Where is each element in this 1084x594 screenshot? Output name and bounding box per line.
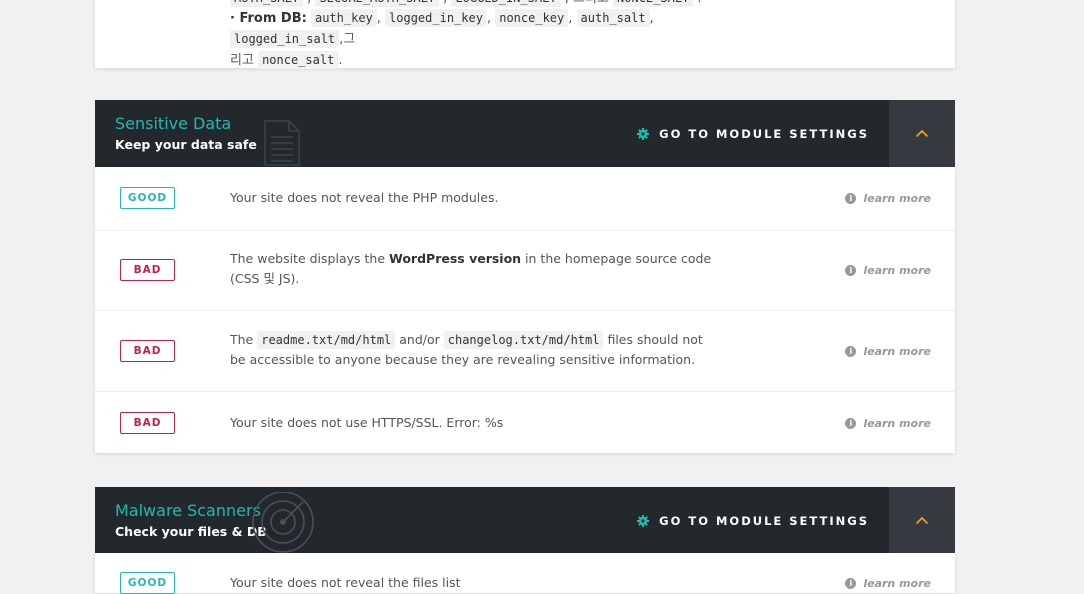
check-row: BAD The website displays the WordPress v… [95,231,955,311]
info-icon: i [845,418,857,429]
gear-icon [637,128,650,140]
settings-label: GO TO MODULE SETTINGS [659,514,869,528]
status-badge: GOOD [120,572,175,594]
from-db-label: · From DB: [230,11,307,26]
check-text: Your site does not use HTTPS/SSL. Error:… [230,415,504,430]
status-badge: BAD [120,340,175,362]
settings-label: GO TO MODULE SETTINGS [659,127,869,141]
check-text: Your site does not reveal the PHP module… [230,190,499,205]
info-icon: i [845,193,857,204]
module-subtitle: Check your files & DB [115,524,267,539]
check-row: GOOD Your site does not reveal the files… [95,553,955,594]
check-row: BAD The readme.txt/md/html and/or change… [95,311,955,392]
sensitive-data-rows: GOOD Your site does not reveal the PHP m… [95,167,955,453]
info-icon: i [845,346,857,357]
salt-keys-line-db: · From DB: auth_key, logged_in_key, nonc… [230,9,654,48]
learn-more-link[interactable]: i learn more [845,577,931,590]
check-text: The website displays the WordPress versi… [230,251,712,286]
collapse-toggle-button[interactable] [889,100,955,167]
radar-icon [252,492,314,553]
go-to-module-settings-link[interactable]: GO TO MODULE SETTINGS [637,514,869,528]
status-badge: BAD [120,259,175,281]
module-title: Malware Scanners [115,501,261,520]
document-icon [264,120,300,166]
collapse-toggle-button[interactable] [889,487,955,553]
salt-keys-line-config: AUTH_SALT , SECURE_AUTH_SALT , LOGGED_IN… [230,0,730,8]
module-title: Sensitive Data [115,114,232,133]
check-text: The readme.txt/md/html and/or changelog.… [230,331,703,367]
status-badge: BAD [120,412,175,434]
malware-scanners-rows: GOOD Your site does not reveal the files… [95,553,955,594]
check-row: GOOD Your site does not reveal the PHP m… [95,167,955,231]
go-to-module-settings-link[interactable]: GO TO MODULE SETTINGS [637,127,869,141]
chevron-up-icon [915,129,929,138]
info-icon: i [845,578,857,589]
module-subtitle: Keep your data safe [115,137,257,152]
previous-module-card: AUTH_SALT , SECURE_AUTH_SALT , LOGGED_IN… [95,0,955,71]
check-row: BAD Your site does not use HTTPS/SSL. Er… [95,392,955,453]
salt-keys-description: AUTH_SALT , SECURE_AUTH_SALT , LOGGED_IN… [230,0,730,71]
status-badge: GOOD [120,187,175,209]
learn-more-link[interactable]: i learn more [845,192,931,205]
sensitive-data-header: Sensitive Data Keep your data safe GO TO… [95,100,955,167]
check-text: Your site does not reveal the files list [230,575,461,590]
learn-more-link[interactable]: i learn more [845,345,931,358]
info-icon: i [845,265,857,276]
chevron-up-icon [915,516,929,524]
salt-keys-line-last: 리고 nonce_salt. [230,51,343,69]
learn-more-link[interactable]: i learn more [845,417,931,430]
malware-scanners-header: Malware Scanners Check your files & DB G… [95,487,955,553]
learn-more-link[interactable]: i learn more [845,264,931,277]
gear-icon [637,515,650,527]
